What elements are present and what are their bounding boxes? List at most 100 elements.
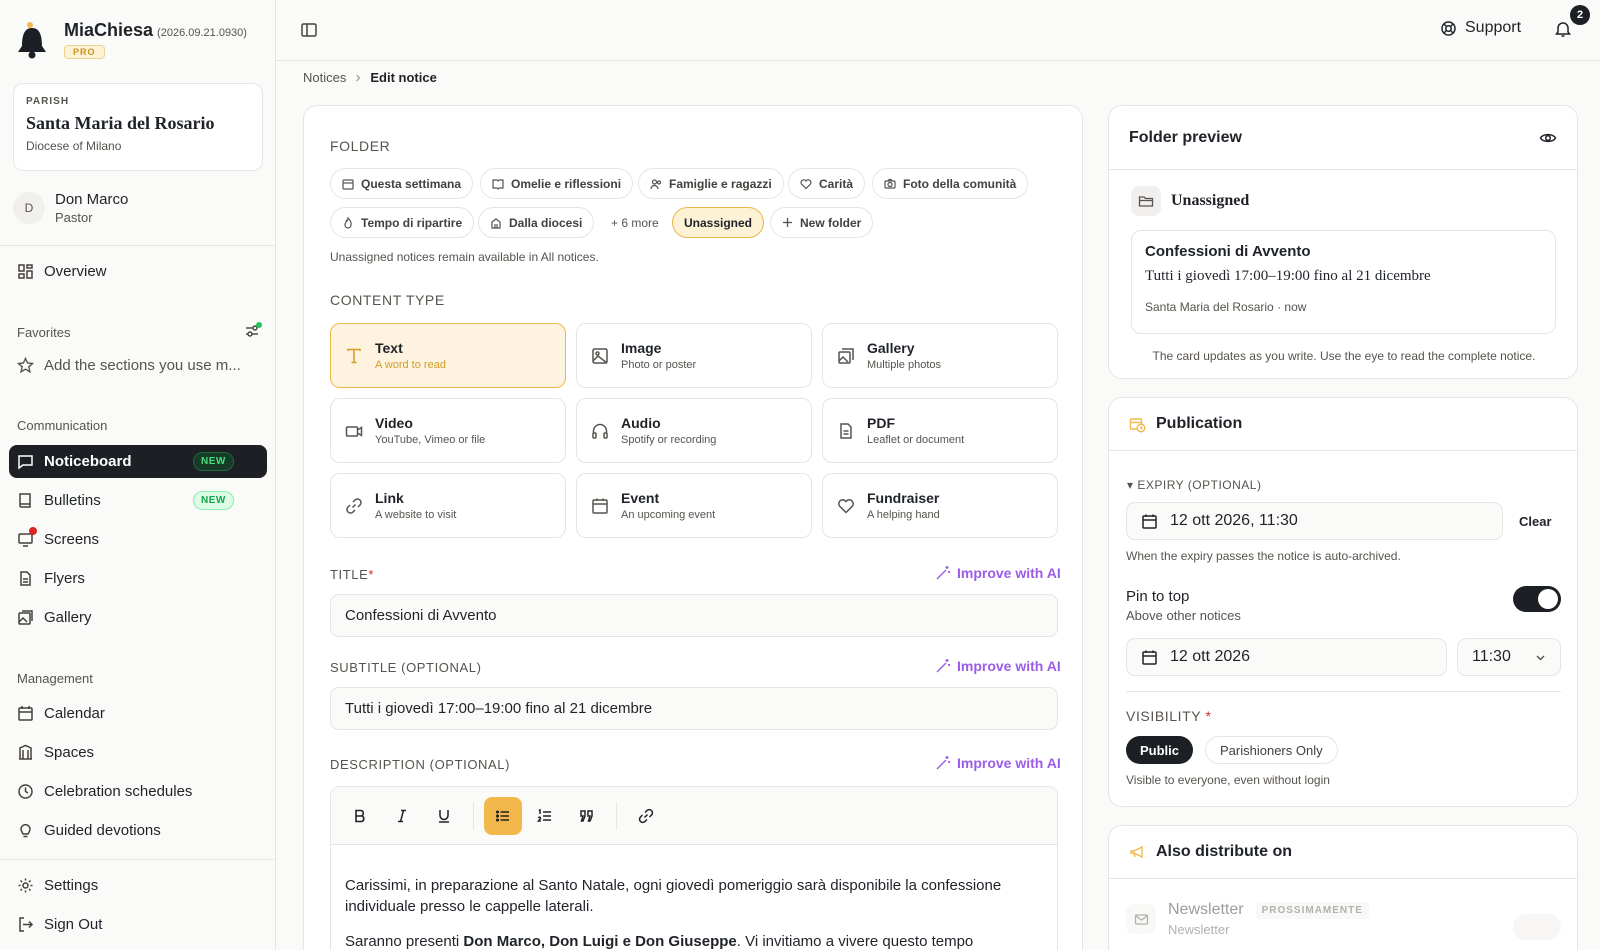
divider	[1126, 691, 1561, 692]
magic-wand-icon	[935, 658, 951, 674]
pin-to-top-toggle[interactable]	[1513, 586, 1561, 612]
content-type-fundraiser[interactable]: Fundraiser A helping hand	[822, 473, 1058, 538]
sidebar-item-screens[interactable]: Screens	[9, 523, 267, 556]
subtitle-input[interactable]: Tutti i giovedì 17:00–19:00 fino al 21 d…	[330, 687, 1058, 730]
favorites-label: Favorites	[17, 325, 71, 340]
sidebar-item-celebration-schedules[interactable]: Celebration schedules	[9, 775, 267, 808]
preview-card-subtitle: Tutti i giovedì 17:00–19:00 fino al 21 d…	[1145, 268, 1431, 284]
toggle-knob	[1538, 589, 1558, 609]
sidebar-item-gallery[interactable]: Gallery	[9, 601, 267, 634]
calendar-icon	[1141, 649, 1158, 666]
pin-date-input[interactable]: 12 ott 2026	[1126, 638, 1447, 676]
underline-icon[interactable]	[425, 797, 463, 835]
pin-time-select[interactable]: 11:30	[1457, 638, 1561, 676]
content-type-desc: Spotify or recording	[621, 434, 717, 446]
clear-expiry-button[interactable]: Clear	[1519, 514, 1552, 529]
new-folder-button[interactable]: New folder	[770, 207, 874, 238]
parish-name: Santa Maria del Rosario	[26, 113, 215, 133]
folder-chip[interactable]: Questa settimana	[330, 168, 474, 199]
church-icon	[490, 217, 502, 229]
content-type-pdf[interactable]: PDF Leaflet or document	[822, 398, 1058, 463]
avatar: D	[13, 192, 45, 224]
user-name: Don Marco	[55, 191, 129, 208]
preview-card-title: Confessioni di Avvento	[1145, 243, 1311, 260]
content-type-text[interactable]: Text A word to read	[330, 323, 566, 388]
breadcrumb-parent[interactable]: Notices	[303, 70, 346, 85]
users-icon	[650, 178, 662, 190]
folder-chip[interactable]: Carità	[788, 168, 866, 199]
distribute-title: Also distribute on	[1156, 843, 1292, 860]
new-badge: NEW	[193, 452, 234, 471]
sidebar-item-calendar[interactable]: Calendar	[9, 697, 267, 730]
content-type-title: Audio	[621, 415, 661, 431]
more-folders-button[interactable]: + 6 more	[607, 207, 663, 238]
user-profile[interactable]: D Don Marco Pastor	[13, 191, 128, 225]
content-type-title: Event	[621, 490, 660, 506]
brand[interactable]: MiaChiesa (2026.09.21.0930) PRO	[16, 20, 247, 60]
calendar-icon	[591, 497, 609, 515]
improve-title-ai-button[interactable]: Improve with AI	[935, 565, 1061, 581]
publication-header: Publication	[1109, 398, 1577, 451]
folder-chip[interactable]: Omelie e riflessioni	[480, 168, 634, 199]
distribute-card: Also distribute on Newsletter PROSSIMAME…	[1108, 825, 1578, 950]
toolbar-separator	[616, 801, 617, 830]
content-type-image[interactable]: Image Photo or poster	[576, 323, 812, 388]
support-button[interactable]: Support	[1440, 19, 1521, 37]
parish-diocese: Diocese of Milano	[26, 139, 122, 153]
folder-chip-label: Omelie e riflessioni	[511, 176, 622, 191]
content-type-link[interactable]: Link A website to visit	[330, 473, 566, 538]
sidebar-toggle-icon[interactable]	[300, 21, 318, 39]
folder-label: FOLDER	[330, 138, 391, 154]
content-type-title: PDF	[867, 415, 895, 431]
improve-subtitle-ai-button[interactable]: Improve with AI	[935, 658, 1061, 674]
folder-chip[interactable]: Famiglie e ragazzi	[638, 168, 784, 199]
eye-icon[interactable]	[1539, 129, 1557, 147]
camera-icon	[884, 178, 896, 190]
gear-icon	[17, 877, 34, 894]
favorites-add-hint[interactable]: Add the sections you use m...	[9, 349, 267, 382]
title-label: TITLE*	[330, 567, 375, 582]
parish-label: PARISH	[26, 96, 70, 107]
content-type-video[interactable]: Video YouTube, Vimeo or file	[330, 398, 566, 463]
sidebar-item-guided-devotions[interactable]: Guided devotions	[9, 814, 267, 847]
sidebar-item-settings[interactable]: Settings	[9, 869, 267, 902]
italic-icon[interactable]	[383, 797, 421, 835]
editor-content[interactable]: Carissimi, in preparazione al Santo Nata…	[331, 845, 1057, 950]
notifications-count: 2	[1570, 5, 1590, 25]
improve-description-ai-button[interactable]: Improve with AI	[935, 755, 1061, 771]
breadcrumb-current: Edit notice	[370, 70, 437, 85]
folder-chip[interactable]: Dalla diocesi	[478, 207, 595, 238]
sidebar-item-noticeboard[interactable]: Noticeboard NEW	[9, 445, 267, 478]
sidebar-item-label: Spaces	[44, 744, 95, 761]
sidebar-item-bulletins[interactable]: Bulletins NEW	[9, 484, 267, 517]
preview-notice-card[interactable]: Confessioni di Avvento Tutti i giovedì 1…	[1131, 230, 1556, 334]
bold-icon[interactable]	[341, 797, 379, 835]
sidebar-item-spaces[interactable]: Spaces	[9, 736, 267, 769]
visibility-public-option[interactable]: Public	[1126, 736, 1194, 764]
title-input[interactable]: Confessioni di Avvento	[330, 594, 1058, 637]
folder-chip-label: Famiglie e ragazzi	[669, 176, 772, 191]
content-type-gallery[interactable]: Gallery Multiple photos	[822, 323, 1058, 388]
sidebar-item-sign-out[interactable]: Sign Out	[9, 908, 267, 941]
visibility-parishioners-option[interactable]: Parishioners Only	[1205, 736, 1338, 764]
folder-chip-selected[interactable]: Unassigned	[672, 207, 765, 238]
app-name: MiaChiesa	[64, 20, 154, 40]
content-type-event[interactable]: Event An upcoming event	[576, 473, 812, 538]
communication-label: Communication	[17, 418, 108, 433]
sidebar-item-flyers[interactable]: Flyers	[9, 562, 267, 595]
expiry-input[interactable]: 12 ott 2026, 11:30	[1126, 502, 1503, 540]
bullet-list-icon[interactable]	[484, 796, 522, 835]
new-badge: NEW	[193, 491, 234, 510]
sidebar-item-overview[interactable]: Overview	[9, 255, 267, 288]
content-type-audio[interactable]: Audio Spotify or recording	[576, 398, 812, 463]
quote-icon[interactable]	[568, 797, 606, 835]
numbered-list-icon[interactable]	[526, 797, 564, 835]
link-icon[interactable]	[627, 797, 665, 835]
notifications-bell-icon[interactable]	[1554, 20, 1572, 38]
favorites-settings-icon[interactable]	[244, 322, 262, 340]
folder-chip[interactable]: Foto della comunità	[872, 168, 1029, 199]
flame-icon	[342, 216, 354, 229]
parish-card[interactable]: PARISH Santa Maria del Rosario Diocese o…	[13, 83, 263, 171]
folder-chip[interactable]: Tempo di ripartire	[330, 207, 475, 238]
expiry-label[interactable]: ▾ EXPIRY (OPTIONAL)	[1127, 478, 1261, 492]
